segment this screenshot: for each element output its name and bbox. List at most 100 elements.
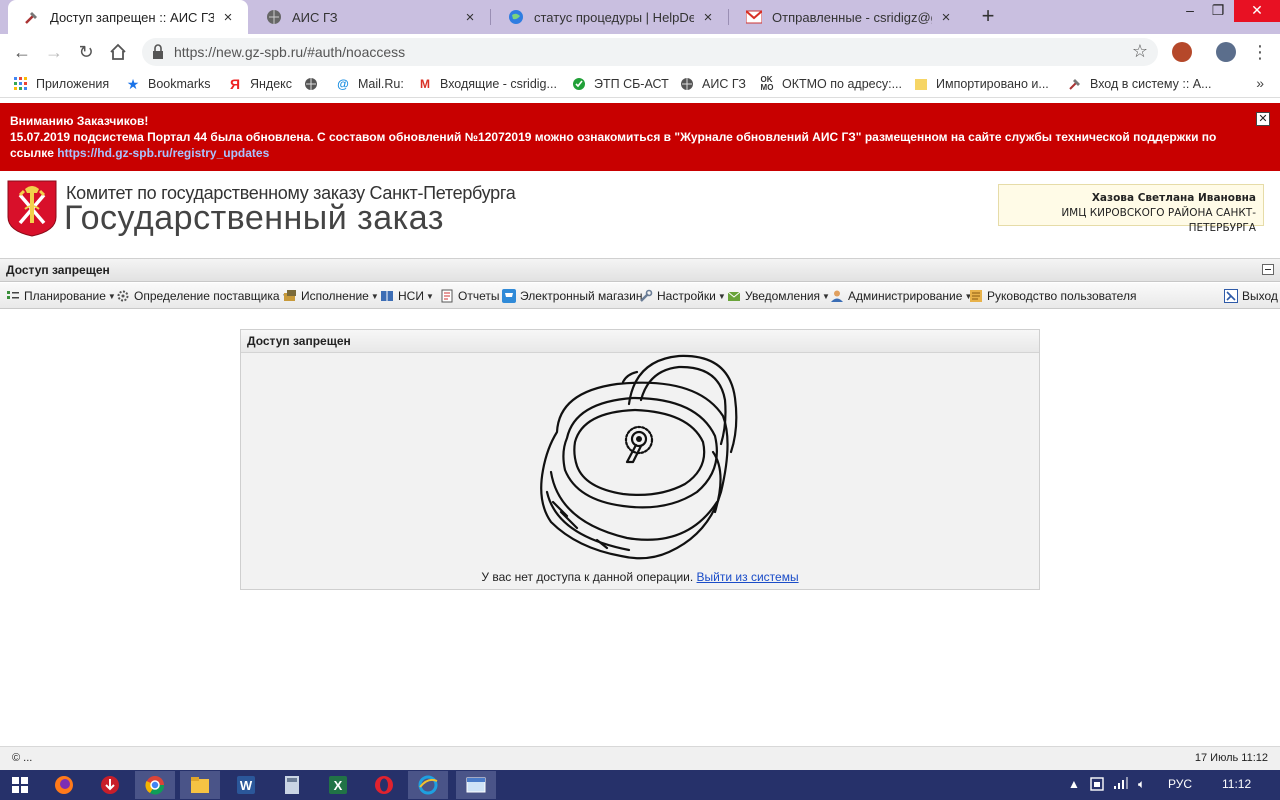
download-manager-icon[interactable] bbox=[90, 771, 130, 799]
yandex-icon: Я bbox=[229, 76, 241, 92]
bookmark-star-icon[interactable]: ☆ bbox=[1132, 41, 1148, 62]
forward-arrow-icon[interactable]: → bbox=[42, 40, 66, 64]
browser-toolbar: ← → ↻ https://new.gz-spb.ru/#auth/noacce… bbox=[0, 34, 1280, 70]
profile-avatar[interactable] bbox=[1216, 42, 1236, 62]
bookmark-yandex[interactable]: Я Яндекс bbox=[228, 75, 292, 93]
opera-icon[interactable] bbox=[364, 771, 404, 799]
tab-gmail-sent[interactable]: Отправленные - csridigz@gmail × bbox=[730, 0, 966, 34]
taskbar-clock[interactable]: 11:12 bbox=[1222, 777, 1251, 791]
tab-close-icon[interactable]: × bbox=[220, 9, 236, 26]
bookmark-sberbank-ast[interactable]: ЭТП СБ-АСТ bbox=[572, 75, 669, 93]
tab-close-icon[interactable]: × bbox=[938, 9, 954, 26]
logout-button[interactable]: Выход bbox=[1224, 287, 1278, 305]
close-window-icon[interactable]: ✕ bbox=[1234, 0, 1280, 22]
bookmark-label: Входящие - csridig... bbox=[440, 77, 557, 91]
notifications-icon bbox=[727, 289, 741, 303]
menu-planning[interactable]: Планирование ▼ bbox=[6, 287, 116, 305]
registry-updates-link[interactable]: https://hd.gz-spb.ru/registry_updates bbox=[57, 146, 269, 160]
file-explorer-icon[interactable] bbox=[180, 771, 220, 799]
tab-close-icon[interactable]: × bbox=[462, 9, 478, 26]
network-icon[interactable] bbox=[1090, 776, 1104, 795]
window-app-icon[interactable] bbox=[456, 771, 496, 799]
wrench-icon bbox=[639, 289, 653, 303]
notice-heading: Вниманию Заказчиков! bbox=[10, 114, 149, 128]
page-footer: © ... 17 Июль 11:12 bbox=[0, 746, 1280, 770]
gmail-icon: M bbox=[420, 77, 430, 91]
bookmark-imported[interactable]: Импортировано и... bbox=[914, 75, 1049, 93]
tab-access-denied[interactable]: Доступ запрещен :: АИС ГЗ × bbox=[8, 0, 248, 34]
spb-coat-of-arms-icon bbox=[7, 180, 57, 237]
calculator-icon[interactable] bbox=[272, 771, 312, 799]
tab-ais-gz[interactable]: АИС ГЗ × bbox=[250, 0, 490, 34]
dropdown-caret-icon: ▼ bbox=[717, 291, 726, 301]
dropdown-caret-icon: ▼ bbox=[425, 291, 434, 301]
bookmark-mailru[interactable]: @ Mail.Ru: bbox=[336, 75, 404, 93]
back-arrow-icon[interactable]: ← bbox=[10, 40, 34, 64]
bookmark-login[interactable]: Вход в систему :: А... bbox=[1068, 75, 1212, 93]
padlock-illustration-icon bbox=[540, 354, 738, 560]
no-access-text: У вас нет доступа к данной операции. bbox=[481, 570, 694, 584]
page-title: Доступ запрещен bbox=[6, 263, 110, 277]
browser-tab-strip: Доступ запрещен :: АИС ГЗ × АИС ГЗ × ста… bbox=[0, 0, 1280, 34]
menu-settings[interactable]: Настройки ▼ bbox=[639, 287, 726, 305]
globe-icon bbox=[680, 77, 694, 91]
browser-menu-icon[interactable]: ⋮ bbox=[1248, 40, 1272, 64]
menu-supplier-selection[interactable]: Определение поставщика▼ bbox=[116, 287, 289, 305]
menu-notifications[interactable]: Уведомления ▼ bbox=[727, 287, 830, 305]
helpdesk-globe-icon bbox=[508, 9, 524, 25]
menu-nsi[interactable]: НСИ ▼ bbox=[380, 287, 434, 305]
menu-reports[interactable]: Отчеты bbox=[440, 287, 499, 305]
signal-icon[interactable] bbox=[1114, 776, 1128, 793]
tray-chevron-icon[interactable]: ▲ bbox=[1068, 777, 1080, 791]
home-icon[interactable] bbox=[106, 40, 130, 64]
book-icon bbox=[380, 289, 394, 303]
chrome-icon[interactable] bbox=[135, 771, 175, 799]
planning-icon bbox=[6, 289, 20, 303]
maximize-window-icon[interactable]: ❐ bbox=[1200, 0, 1236, 22]
bookmark-gmail-inbox[interactable]: M Входящие - csridig... bbox=[418, 75, 557, 93]
hammer-key-icon bbox=[24, 9, 40, 25]
menu-e-shop[interactable]: Электронный магазин bbox=[502, 287, 642, 305]
tab-close-icon[interactable]: × bbox=[700, 9, 716, 26]
extension-icon[interactable] bbox=[1172, 42, 1192, 62]
svg-text:W: W bbox=[240, 778, 253, 793]
bookmark-oktmo[interactable]: OK MO ОКТМО по адресу:... bbox=[760, 75, 902, 93]
windows-start-icon[interactable] bbox=[0, 771, 40, 799]
close-notice-icon[interactable]: ✕ bbox=[1256, 112, 1270, 126]
guide-icon bbox=[969, 289, 983, 303]
bookmark-label: Вход в систему :: А... bbox=[1090, 77, 1212, 91]
internet-explorer-icon[interactable] bbox=[408, 771, 448, 799]
site-header: Комитет по государственному заказу Санкт… bbox=[0, 171, 1280, 255]
collapse-header-icon[interactable] bbox=[1262, 264, 1274, 275]
excel-icon[interactable]: X bbox=[318, 771, 358, 799]
new-tab-button[interactable]: + bbox=[976, 5, 1000, 29]
menu-label: НСИ bbox=[398, 289, 424, 303]
panel-title: Доступ запрещен bbox=[241, 330, 1039, 353]
tab-helpdesk[interactable]: статус процедуры | HelpDesk - о × bbox=[492, 0, 728, 34]
volume-icon[interactable]: 🔈︎ bbox=[1138, 777, 1145, 792]
reload-icon[interactable]: ↻ bbox=[74, 40, 98, 64]
word-icon[interactable]: W bbox=[226, 771, 266, 799]
bookmark-bookmarks[interactable]: ★ Bookmarks bbox=[126, 75, 211, 93]
menu-execution[interactable]: Исполнение ▼ bbox=[283, 287, 379, 305]
bookmark-apps[interactable]: Приложения bbox=[14, 75, 109, 93]
padlock-icon bbox=[152, 44, 168, 60]
tab-separator bbox=[728, 9, 729, 25]
svg-text:X: X bbox=[334, 778, 343, 793]
logout-link[interactable]: Выйти из системы bbox=[697, 570, 799, 584]
bookmarks-bar: Приложения ★ Bookmarks Я Яндекс @ Mail.R… bbox=[0, 70, 1280, 98]
tab-label: статус процедуры | HelpDesk - о bbox=[534, 9, 694, 25]
bookmark-ais-gz[interactable]: АИС ГЗ bbox=[680, 75, 746, 93]
address-bar[interactable]: https://new.gz-spb.ru/#auth/noaccess ☆ bbox=[142, 38, 1158, 66]
mailru-icon: @ bbox=[337, 77, 349, 91]
folder-icon bbox=[914, 77, 928, 91]
language-indicator[interactable]: РУС bbox=[1168, 777, 1192, 791]
menu-administration[interactable]: Администрирование ▼ bbox=[830, 287, 972, 305]
bookmark-label: ЭТП СБ-АСТ bbox=[594, 77, 669, 91]
sberbank-icon bbox=[572, 77, 586, 91]
more-bookmarks-chevron-icon[interactable]: » bbox=[1256, 75, 1264, 91]
firefox-icon[interactable] bbox=[44, 771, 84, 799]
bookmark-globe[interactable] bbox=[304, 75, 326, 93]
menu-user-guide[interactable]: Руководство пользователя bbox=[969, 287, 1136, 305]
user-organization: ИМЦ КИРОВСКОГО РАЙОНА САНКТ-ПЕТЕРБУРГА bbox=[1061, 207, 1256, 234]
